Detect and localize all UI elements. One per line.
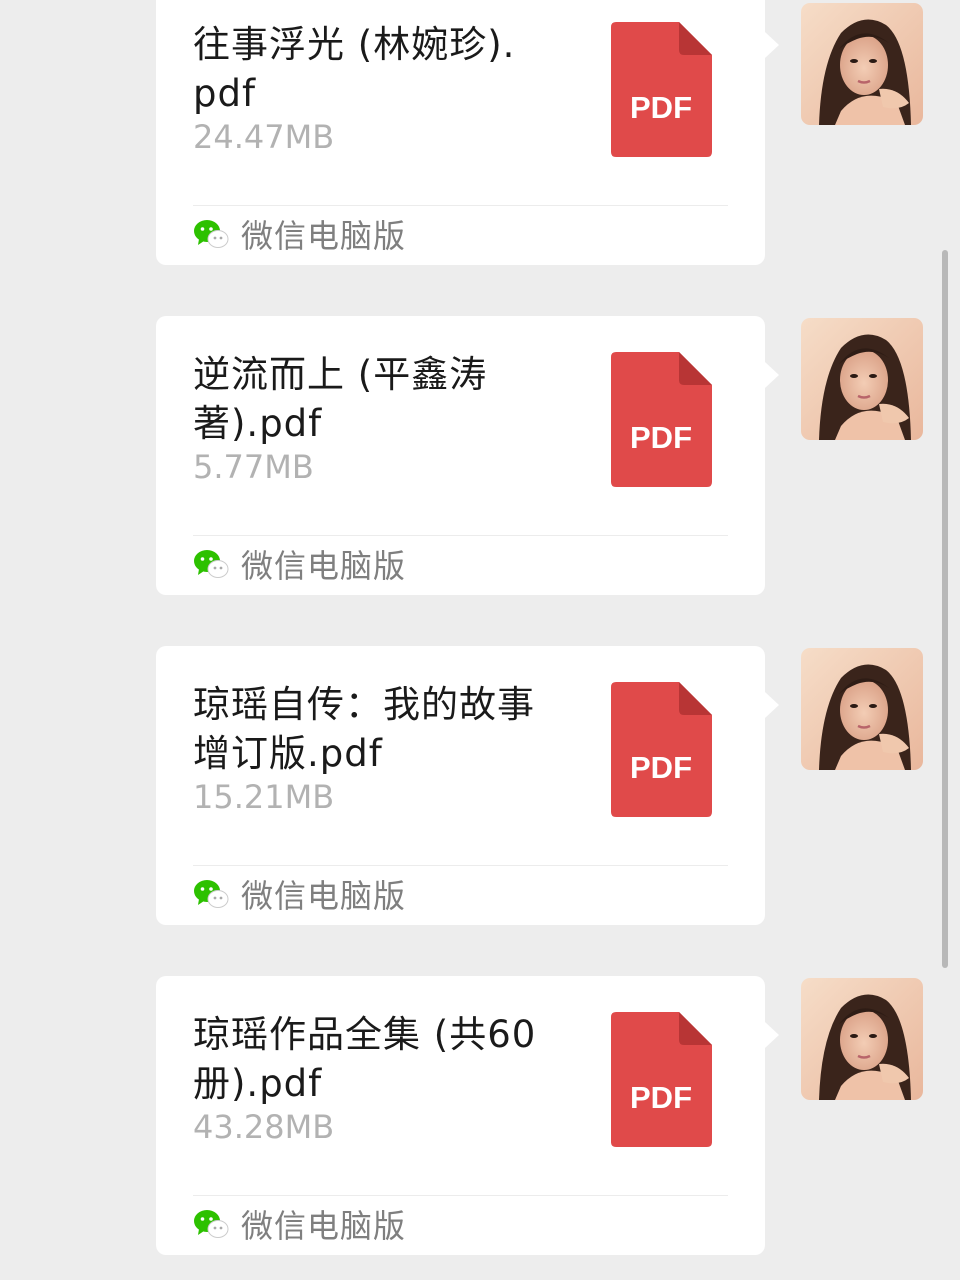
file-size: 43.28MB xyxy=(193,1108,335,1146)
sender-avatar[interactable] xyxy=(801,978,923,1100)
source-label: 微信电脑版 xyxy=(241,547,407,585)
wechat-icon xyxy=(194,220,229,248)
source-label: 微信电脑版 xyxy=(241,877,407,915)
file-size: 24.47MB xyxy=(193,118,335,156)
sender-avatar[interactable] xyxy=(801,318,923,440)
pdf-icon-label: PDF xyxy=(630,1080,692,1115)
source-label: 微信电脑版 xyxy=(241,217,407,255)
pdf-file-icon: PDF xyxy=(611,1012,712,1147)
source-row: 微信电脑版 xyxy=(193,212,406,256)
wechat-icon xyxy=(194,550,229,578)
divider xyxy=(193,1195,728,1196)
pdf-icon-label: PDF xyxy=(630,420,692,455)
message-row: 往事浮光 (林婉珍).pdf 24.47MB PDF 微信电脑版 xyxy=(0,0,960,266)
message-row: 逆流而上 (平鑫涛著).pdf 5.77MB PDF 微信电脑版 xyxy=(0,316,960,596)
file-message-card[interactable]: 琼瑶作品全集 (共60册).pdf 43.28MB PDF 微信电脑版 xyxy=(156,976,779,1255)
message-row: 琼瑶自传：我的故事 增订版.pdf 15.21MB PDF 微信电脑版 xyxy=(0,646,960,926)
chat-message-list[interactable]: 往事浮光 (林婉珍).pdf 24.47MB PDF 微信电脑版 逆流而上 (平… xyxy=(0,0,960,1280)
source-row: 微信电脑版 xyxy=(193,1202,406,1246)
file-message-card[interactable]: 逆流而上 (平鑫涛著).pdf 5.77MB PDF 微信电脑版 xyxy=(156,316,779,595)
pdf-file-icon: PDF xyxy=(611,352,712,487)
file-name: 琼瑶作品全集 (共60册).pdf xyxy=(193,1013,537,1105)
source-row: 微信电脑版 xyxy=(193,872,406,916)
divider xyxy=(193,865,728,866)
scrollbar[interactable] xyxy=(942,250,948,968)
sender-avatar[interactable] xyxy=(801,3,923,125)
divider xyxy=(193,205,728,206)
file-size: 5.77MB xyxy=(193,448,314,486)
file-name: 往事浮光 (林婉珍).pdf xyxy=(193,23,516,115)
pdf-file-icon: PDF xyxy=(611,682,712,817)
sender-avatar[interactable] xyxy=(801,648,923,770)
file-size: 15.21MB xyxy=(193,778,335,816)
pdf-icon-label: PDF xyxy=(630,90,692,125)
divider xyxy=(193,535,728,536)
pdf-icon-label: PDF xyxy=(630,750,692,785)
file-name: 琼瑶自传：我的故事 增订版.pdf xyxy=(193,683,535,775)
wechat-icon xyxy=(194,880,229,908)
file-message-card[interactable]: 琼瑶自传：我的故事 增订版.pdf 15.21MB PDF 微信电脑版 xyxy=(156,646,779,925)
file-message-card[interactable]: 往事浮光 (林婉珍).pdf 24.47MB PDF 微信电脑版 xyxy=(156,0,779,265)
source-row: 微信电脑版 xyxy=(193,542,406,586)
wechat-icon xyxy=(194,1210,229,1238)
file-name: 逆流而上 (平鑫涛著).pdf xyxy=(193,353,488,445)
message-row: 琼瑶作品全集 (共60册).pdf 43.28MB PDF 微信电脑版 xyxy=(0,976,960,1256)
source-label: 微信电脑版 xyxy=(241,1207,407,1245)
pdf-file-icon: PDF xyxy=(611,22,712,157)
